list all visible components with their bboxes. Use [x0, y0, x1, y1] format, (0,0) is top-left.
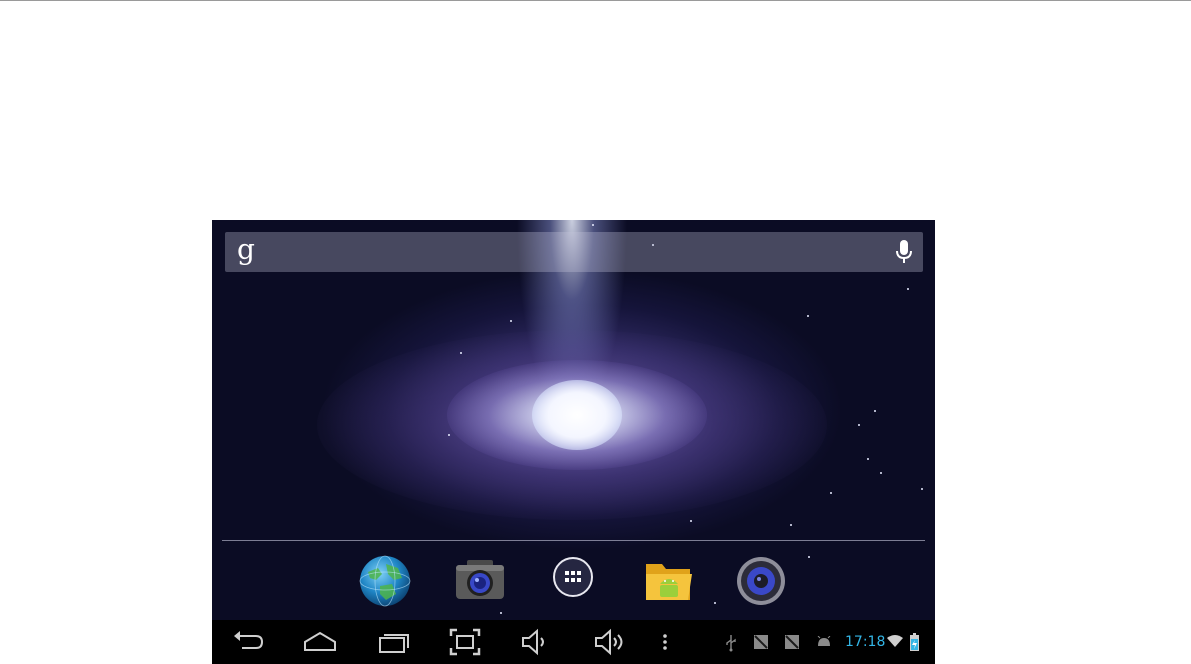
camera-icon[interactable] [453, 554, 507, 608]
wallpaper-star [690, 520, 692, 522]
google-logo: g [237, 233, 255, 266]
wallpaper-star [460, 352, 462, 354]
recents-icon[interactable] [378, 628, 412, 656]
microphone-icon[interactable] [895, 240, 913, 264]
wallpaper-star [880, 472, 882, 474]
page-top-rule [0, 0, 1191, 1]
wallpaper-star [858, 424, 860, 426]
wallpaper-star [874, 410, 876, 412]
status-clock: 17:18 [845, 634, 886, 650]
screenshot-icon[interactable] [449, 628, 481, 656]
overflow-menu-icon[interactable] [660, 628, 670, 656]
speaker-icon[interactable] [734, 554, 788, 608]
app-drawer-icon[interactable] [546, 552, 600, 606]
wallpaper-galaxy-core [532, 380, 622, 450]
wallpaper-star [448, 434, 450, 436]
volume-down-icon[interactable] [520, 628, 550, 656]
android-debug-icon [817, 636, 831, 646]
wallpaper-star [714, 602, 716, 604]
battery-charging-icon [910, 633, 919, 651]
volume-up-icon[interactable] [593, 628, 627, 656]
wifi-icon [887, 635, 903, 647]
globe-icon[interactable] [358, 554, 412, 608]
wallpaper-star [500, 612, 502, 614]
wallpaper-star [790, 524, 792, 526]
navigation-bar: 17:18 [212, 620, 935, 664]
no-sim-icon [754, 635, 768, 649]
back-arrow-icon[interactable] [232, 628, 264, 656]
wallpaper-star [907, 288, 909, 290]
home-icon[interactable] [303, 628, 337, 656]
wallpaper-star [867, 458, 869, 460]
dock-divider [222, 540, 925, 541]
usb-icon [726, 635, 736, 652]
wallpaper-star [592, 224, 594, 226]
wallpaper-star [830, 492, 832, 494]
wallpaper-star [808, 556, 810, 558]
wallpaper-star [510, 320, 512, 322]
wallpaper-star [921, 488, 923, 490]
wallpaper-star [807, 315, 809, 317]
no-sim-icon [785, 635, 799, 649]
google-search-bar[interactable]: g [225, 232, 923, 272]
folder-android-icon[interactable] [642, 554, 696, 608]
android-home-screen[interactable]: g 17:18 [212, 220, 935, 664]
